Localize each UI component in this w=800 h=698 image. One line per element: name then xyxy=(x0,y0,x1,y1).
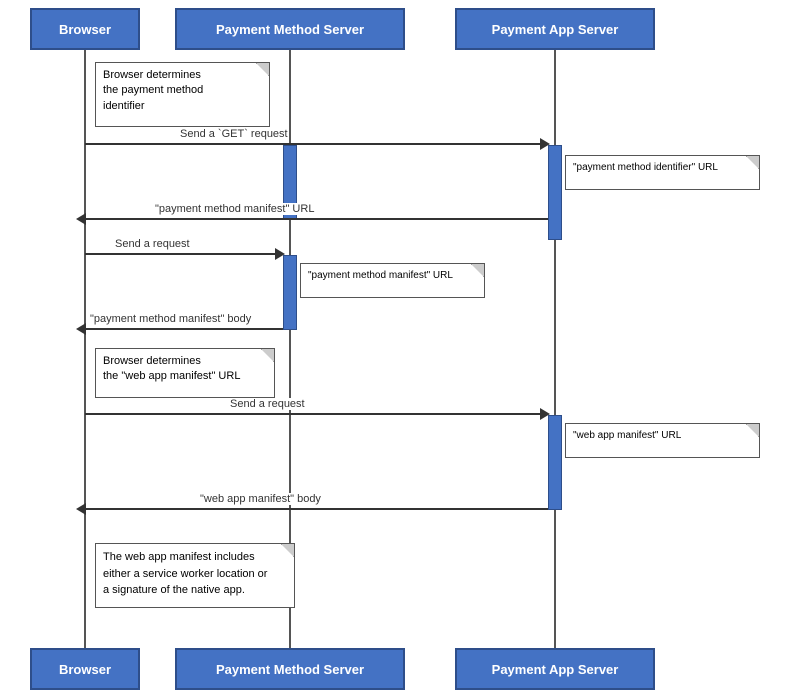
note-browser-determines-webapp: Browser determinesthe "web app manifest"… xyxy=(95,348,275,398)
arrow-pmm-url-line xyxy=(85,218,548,220)
arrow-send-req-2-line xyxy=(85,413,548,415)
arrow-get-request-head xyxy=(540,138,550,150)
arrow-send-req-2-label: Send a request xyxy=(230,398,305,410)
browser-lifeline xyxy=(84,50,86,648)
pas-lifeline xyxy=(554,50,556,648)
pms-activation-2 xyxy=(283,255,297,330)
arrow-wam-body-label: "web app manifest" body xyxy=(200,493,321,505)
arrow-send-req-1-label: Send a request xyxy=(115,238,190,250)
note-webapp-manifest-includes: The web app manifest includeseither a se… xyxy=(95,543,295,608)
arrow-send-req-2-head xyxy=(540,408,550,420)
arrow-pmm-body-label: "payment method manifest" body xyxy=(90,313,251,325)
pas-footer: Payment App Server xyxy=(455,648,655,690)
note-payment-method-identifier-url: "payment method identifier" URL xyxy=(565,155,760,190)
arrow-get-request-line xyxy=(85,143,548,145)
arrow-pmm-body-line xyxy=(85,328,283,330)
arrow-pmm-url-head xyxy=(76,213,86,225)
note-browser-determines: Browser determinesthe payment methodiden… xyxy=(95,62,270,127)
arrow-wam-body-head xyxy=(76,503,86,515)
sequence-diagram: Browser Payment Method Server Payment Ap… xyxy=(0,0,800,698)
note-webapp-url: "web app manifest" URL xyxy=(565,423,760,458)
pas-activation-1 xyxy=(548,145,562,240)
browser-footer: Browser xyxy=(30,648,140,690)
arrow-pmm-body-head xyxy=(76,323,86,335)
arrow-send-req-1-line xyxy=(85,253,283,255)
arrow-wam-body-line xyxy=(85,508,548,510)
pas-activation-2 xyxy=(548,415,562,510)
arrow-get-request-label: Send a `GET` request xyxy=(180,128,288,140)
browser-header: Browser xyxy=(30,8,140,50)
arrow-pmm-url-label: "payment method manifest" URL xyxy=(155,203,314,215)
pms-header: Payment Method Server xyxy=(175,8,405,50)
pas-header: Payment App Server xyxy=(455,8,655,50)
arrow-send-req-1-head xyxy=(275,248,285,260)
pms-footer: Payment Method Server xyxy=(175,648,405,690)
note-pmm-url-pms: "payment method manifest" URL xyxy=(300,263,485,298)
